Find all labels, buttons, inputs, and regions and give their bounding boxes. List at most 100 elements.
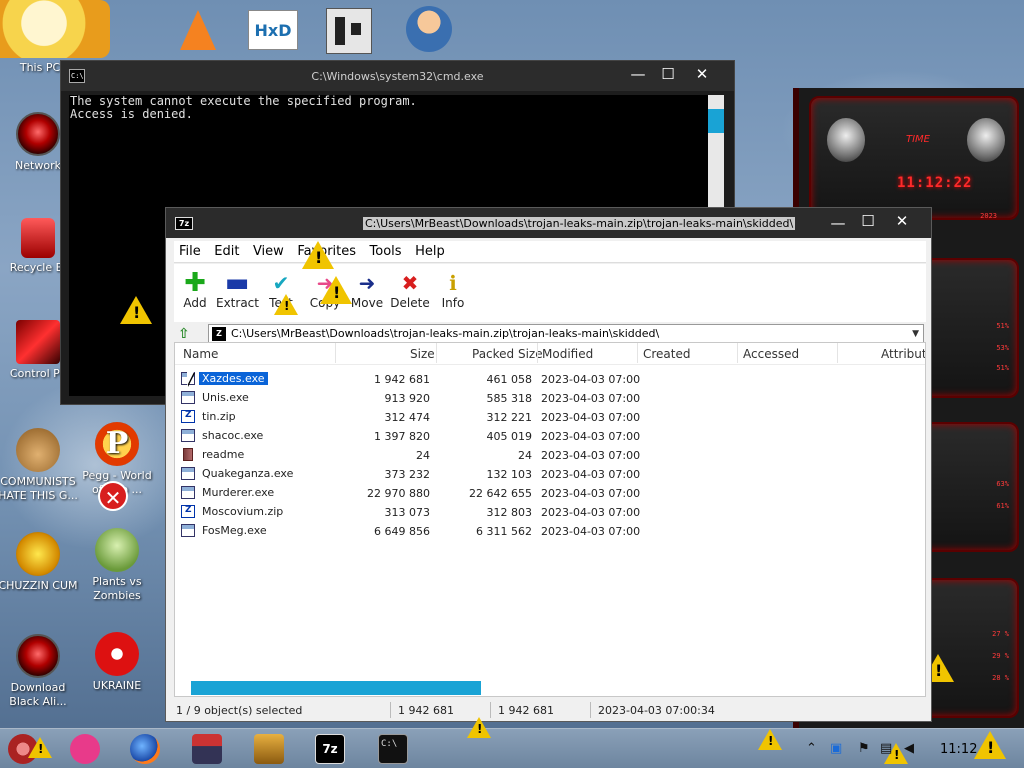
menu-edit[interactable]: Edit	[209, 241, 244, 259]
taskbar-clock[interactable]: 11:12	[940, 742, 977, 757]
info-button[interactable]: ℹ Info	[432, 270, 474, 310]
vlc-icon[interactable]	[175, 8, 221, 54]
info-label: Info	[441, 296, 465, 310]
desktop-icon-download-black-alien[interactable]: Download Black Ali...	[0, 634, 78, 709]
table-row[interactable]: Moscovium.zip 313 073 312 803 2023-04-03 07…	[175, 503, 925, 522]
cmd-close-button[interactable]: ✕	[687, 63, 717, 85]
file-packed-size: 405 019	[486, 430, 533, 443]
desktop-icon-communists[interactable]: COMMUNISTS HATE THIS G...	[0, 428, 78, 503]
7zip-taskbar-icon[interactable]: 7z	[315, 734, 345, 764]
desktop: This PC HxD Network Recycle Bi Control P…	[0, 0, 1024, 728]
cmd-scroll-thumb[interactable]	[708, 109, 724, 133]
delete-label: Delete	[390, 296, 430, 310]
warning-icon	[467, 717, 491, 738]
file-size: 22 970 880	[367, 487, 430, 500]
zip-file-icon	[181, 410, 195, 423]
desktop-icon-chuzzin[interactable]: CHUZZIN CUM	[0, 532, 78, 593]
file-modified: 2023-04-03 07:00	[541, 468, 641, 481]
file-modified: 2023-04-03 07:00	[541, 373, 641, 386]
firefox-icon[interactable]	[130, 734, 160, 764]
7zip-minimize-button[interactable]: —	[823, 212, 853, 234]
table-row[interactable]: Quakeganza.exe 373 232 132 103 2023-04-03 0…	[175, 465, 925, 484]
warning-icon	[120, 296, 152, 324]
chevron-down-icon[interactable]: ▼	[912, 325, 919, 343]
table-row[interactable]: shacoc.exe 1 397 820 405 019 2023-04-03 07:…	[175, 427, 925, 446]
7zip-window[interactable]: 7z C:\Users\MrBeast\Downloads\trojan-lea…	[165, 207, 932, 722]
move-icon: ➜	[358, 271, 376, 295]
warning-icon	[302, 241, 334, 269]
file-name: shacoc.exe	[202, 429, 264, 442]
extract-button[interactable]: ▬ Extract	[216, 270, 259, 310]
gadget-readout: 61%	[996, 502, 1009, 510]
file-packed-size: 461 058	[486, 373, 533, 386]
menu-view[interactable]: View	[248, 241, 289, 259]
desktop-icon-ukraine[interactable]: UKRAINE	[77, 632, 157, 693]
gadget-readout: 51%	[996, 364, 1009, 372]
gadget-clock: 11:12:22	[897, 175, 973, 191]
7zip-close-button[interactable]: ✕	[887, 210, 917, 232]
file-packed-size: 24	[518, 449, 532, 462]
column-created[interactable]: Created	[643, 347, 691, 361]
7zip-maximize-button[interactable]: ☐	[853, 210, 883, 232]
file-name: tin.zip	[202, 410, 236, 423]
file-size: 913 920	[384, 392, 431, 405]
table-row[interactable]: Unis.exe 913 920 585 318 2023-04-03 07:00	[175, 389, 925, 408]
column-packed-size[interactable]: Packed Size	[472, 347, 543, 361]
desktop-icon-label: COMMUNISTS HATE THIS G...	[0, 475, 78, 502]
file-packed-size: 312 221	[486, 411, 533, 424]
up-folder-icon[interactable]: ⇧	[178, 326, 196, 342]
exe-file-icon	[181, 524, 195, 537]
file-size: 313 073	[384, 506, 431, 519]
cmd-maximize-button[interactable]: ☐	[653, 63, 683, 85]
file-modified: 2023-04-03 07:00	[541, 392, 641, 405]
cmd-titlebar[interactable]: C:\ C:\Windows\system32\cmd.exe — ☐ ✕	[61, 61, 734, 91]
column-accessed[interactable]: Accessed	[743, 347, 799, 361]
notes-icon[interactable]	[70, 734, 100, 764]
column-size[interactable]: Size	[410, 347, 435, 361]
table-row[interactable]: readme 24 24 2023-04-03 07:00	[175, 446, 925, 465]
file-name: readme	[202, 448, 245, 461]
exe-file-icon	[181, 467, 195, 480]
plants-vs-zombies-icon	[95, 528, 139, 572]
column-name[interactable]: Name	[183, 347, 218, 361]
7zip-titlebar[interactable]: 7z C:\Users\MrBeast\Downloads\trojan-lea…	[166, 208, 931, 238]
volume-icon[interactable]: ◀	[904, 741, 914, 756]
table-row[interactable]: Xazdes.exe 1 942 681 461 058 2023-04-03 07:…	[175, 370, 925, 389]
flag-icon[interactable]: ⚑	[858, 741, 870, 756]
network-icon[interactable]: ▤	[880, 741, 892, 756]
status-bar: 1 / 9 object(s) selected 1 942 681 1 942…	[174, 700, 926, 720]
doctor-icon[interactable]	[406, 6, 452, 52]
hxd-icon[interactable]: HxD	[248, 10, 298, 50]
warning-icon	[974, 731, 1006, 759]
gadget-readout: 63%	[996, 480, 1009, 488]
cmd-taskbar-icon[interactable]: C:\	[378, 734, 408, 764]
table-row[interactable]: Murderer.exe 22 970 880 22 642 655 2023-04-…	[175, 484, 925, 503]
horizontal-scrollbar[interactable]	[191, 681, 481, 695]
chevron-up-icon[interactable]: ⌃	[806, 741, 817, 756]
cmd-minimize-button[interactable]: —	[623, 63, 653, 85]
column-attributes[interactable]: Attributes	[881, 347, 925, 361]
menu-file[interactable]: File	[174, 241, 206, 259]
add-button[interactable]: ✚ Add	[174, 270, 216, 310]
app-icon[interactable]	[326, 8, 372, 54]
bluetooth-icon[interactable]: ▣	[830, 741, 842, 756]
menu-help[interactable]: Help	[410, 241, 450, 259]
taskbar: 7z C:\ ⌃ ▣ ⚑ ▤ ◀ 11:12	[0, 717, 1024, 768]
exe-file-icon	[181, 486, 195, 499]
printer-icon[interactable]	[192, 734, 222, 764]
table-row[interactable]: tin.zip 312 474 312 221 2023-04-03 07:00	[175, 408, 925, 427]
control-panel-icon	[16, 320, 60, 364]
gadget-readout: 27 %	[992, 630, 1009, 638]
extract-label: Extract	[216, 296, 259, 310]
file-size: 24	[416, 449, 430, 462]
table-row[interactable]: FosMeg.exe 6 649 856 6 311 562 2023-04-03 0…	[175, 522, 925, 541]
path-field[interactable]: Z C:\Users\MrBeast\Downloads\trojan-leak…	[208, 324, 924, 344]
move-button[interactable]: ➜ Move	[346, 270, 388, 310]
desktop-icon-plants-vs-zombies[interactable]: Plants vs Zombies	[77, 528, 157, 603]
gadget-readout: 28 %	[992, 674, 1009, 682]
menu-tools[interactable]: Tools	[365, 241, 407, 259]
column-modified[interactable]: Modified	[542, 347, 593, 361]
file-list[interactable]: Name Size Packed Size Modified Created A…	[174, 342, 926, 697]
delete-button[interactable]: ✖ Delete	[389, 270, 431, 310]
keyboard-icon[interactable]	[254, 734, 284, 764]
